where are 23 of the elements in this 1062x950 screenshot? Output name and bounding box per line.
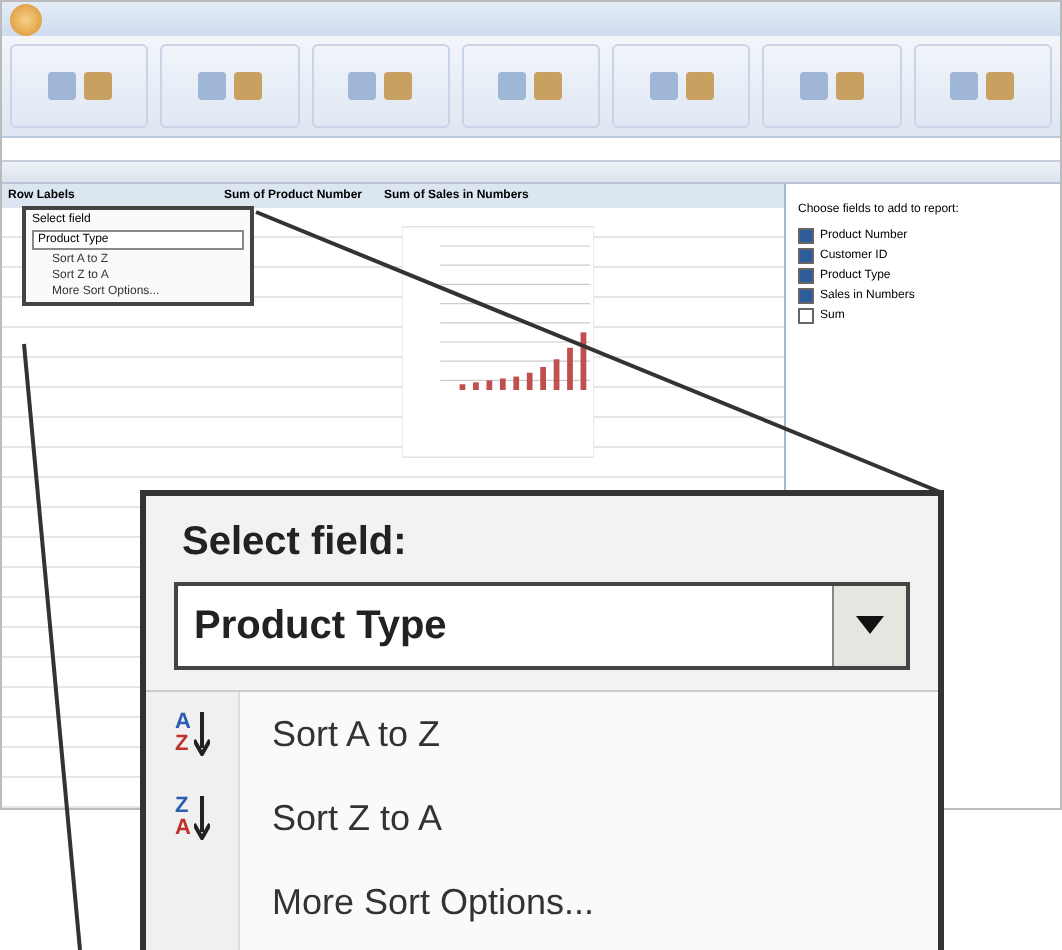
chart-bar <box>473 382 479 390</box>
formula-bar[interactable] <box>2 137 1060 163</box>
chart-bar <box>486 380 493 390</box>
menu-title: Select field: <box>182 520 407 566</box>
field-dropdown[interactable]: Product Type <box>174 582 910 670</box>
chart-bar <box>499 378 506 390</box>
checkbox[interactable] <box>798 288 814 304</box>
checkbox[interactable] <box>798 268 814 284</box>
checkbox[interactable] <box>798 228 814 244</box>
chart-bar <box>459 384 466 390</box>
chart-bar <box>540 366 546 390</box>
menu-item[interactable]: Sort A to Z <box>272 713 441 755</box>
chart-bar <box>553 359 560 390</box>
chart-bar <box>567 347 573 390</box>
menu-item[interactable]: Sort Z to A <box>272 797 443 839</box>
menu-item[interactable]: More Sort Options... <box>272 881 595 923</box>
checkbox[interactable] <box>798 248 814 264</box>
dropdown-arrow-icon <box>856 616 884 636</box>
chart-bar <box>526 372 533 390</box>
chart-bar <box>580 332 587 390</box>
office-button[interactable] <box>10 3 42 36</box>
checkbox[interactable] <box>798 308 814 324</box>
chart-bar <box>513 376 520 390</box>
